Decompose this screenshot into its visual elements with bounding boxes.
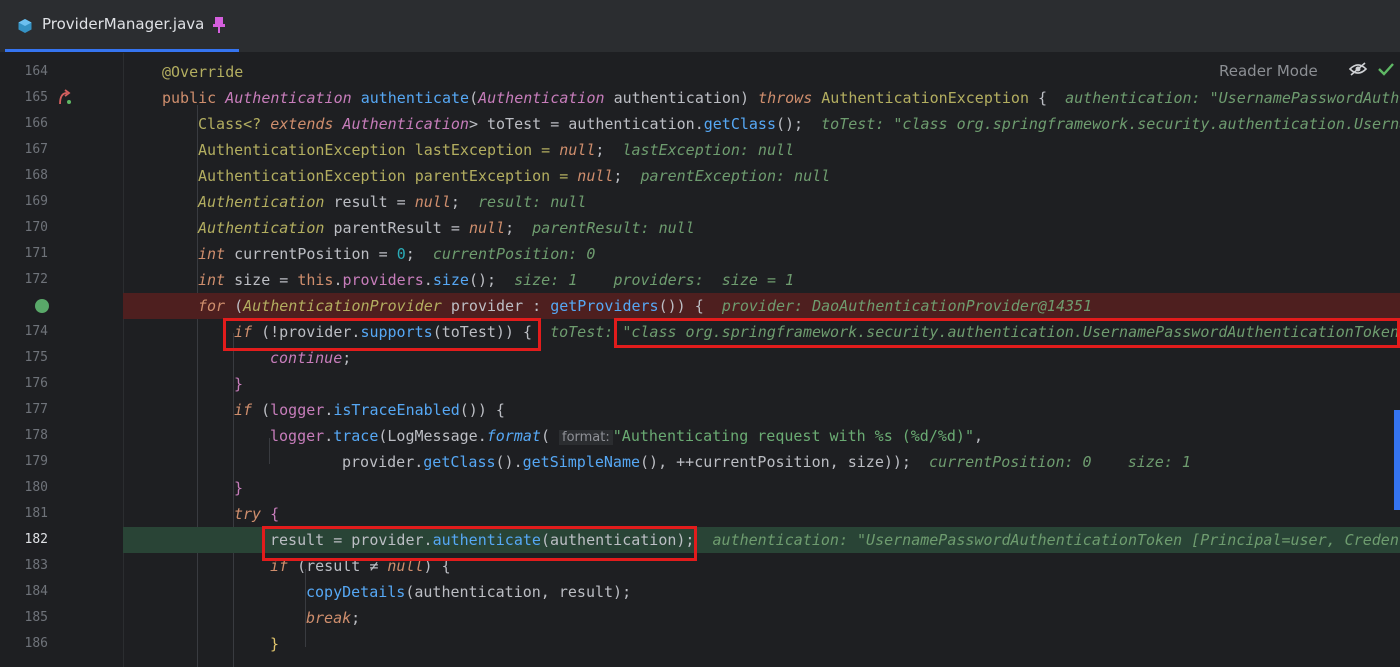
code-line[interactable]: 170 Authentication parentResult = null; … [0, 215, 1400, 241]
line-number: 168 [24, 168, 48, 183]
debug-hint: providers: size = 1 [613, 271, 795, 289]
line-number: 184 [24, 584, 48, 599]
line-number: 167 [24, 142, 48, 157]
debug-hint: provider: DaoAuthenticationProvider@1435… [721, 297, 1093, 315]
pin-icon[interactable] [212, 16, 226, 34]
parameter-hint: format: [559, 430, 613, 445]
debug-hint: lastException: null [622, 141, 795, 159]
code-line[interactable]: 183 if (result ≠ null) { [0, 553, 1400, 579]
line-number: 186 [24, 636, 48, 651]
debug-hint: currentPosition: 0 [432, 245, 596, 263]
code-line[interactable]: 172 int size = this.providers.size(); si… [0, 267, 1400, 293]
code-line[interactable]: for (AuthenticationProvider provider : g… [0, 293, 1400, 319]
code-line[interactable]: 171 int currentPosition = 0; currentPosi… [0, 241, 1400, 267]
java-file-icon [18, 19, 32, 33]
code-line[interactable]: 176 } [0, 371, 1400, 397]
tab-provider-manager[interactable]: ProviderManager.java [5, 0, 239, 52]
line-number: 182 [24, 532, 48, 547]
implements-icon[interactable] [57, 89, 73, 107]
code-line[interactable]: 175 continue; [0, 345, 1400, 371]
code-line[interactable]: 182 result = provider.authenticate(authe… [0, 527, 1400, 553]
code-line[interactable]: 177 if (logger.isTraceEnabled()) { [0, 397, 1400, 423]
debug-hint: parentException: null [640, 167, 831, 185]
code-editor[interactable]: Reader Mode 164 @Override 165 public Aut… [0, 53, 1400, 667]
code-line[interactable]: 184 copyDetails(authentication, result); [0, 579, 1400, 605]
code-line[interactable]: 164 @Override [0, 59, 1400, 85]
line-number: 180 [24, 480, 48, 495]
line-number: 170 [24, 220, 48, 235]
code-line[interactable]: 166 Class<? extends Authentication> toTe… [0, 111, 1400, 137]
code-line[interactable]: 178 logger.trace(LogMessage.format( form… [0, 423, 1400, 449]
code-line[interactable]: 185 break; [0, 605, 1400, 631]
line-number: 177 [24, 402, 48, 417]
annotation: @Override [162, 63, 244, 81]
debug-hint-label: toTest: [550, 323, 614, 341]
debug-hint: authentication: "UsernamePasswordAuthe [1065, 89, 1400, 107]
line-number: 171 [24, 246, 48, 261]
debug-hint: size: 1 [514, 271, 578, 289]
breakpoint-icon[interactable] [35, 299, 49, 313]
line-number: 165 [24, 90, 48, 105]
editor-tab-bar: ProviderManager.java [0, 0, 1400, 53]
line-number: 185 [24, 610, 48, 625]
tab-label: ProviderManager.java [42, 15, 205, 33]
line-number: 179 [24, 454, 48, 469]
debug-hint: size: 1 [1127, 453, 1191, 471]
line-number: 178 [24, 428, 48, 443]
debug-hint: parentResult: null [532, 219, 695, 237]
debug-hint: authentication: "UsernamePasswordAuthent… [712, 531, 1400, 549]
debug-hint: currentPosition: 0 [929, 453, 1092, 471]
code-line[interactable]: 168 AuthenticationException parentExcept… [0, 163, 1400, 189]
debug-hint: "class org.springframework.security.auth… [622, 323, 1399, 341]
line-number: 176 [24, 376, 48, 391]
line-number: 174 [24, 324, 48, 339]
line-number: 164 [24, 64, 48, 79]
code-line[interactable]: 167 AuthenticationException lastExceptio… [0, 137, 1400, 163]
code-line[interactable]: 180 } [0, 475, 1400, 501]
debug-hint: result: null [477, 193, 587, 211]
code-line[interactable]: 174 if (!provider.supports(toTest)) { to… [0, 319, 1400, 345]
code-line[interactable]: 169 Authentication result = null; result… [0, 189, 1400, 215]
code-line[interactable]: 165 public Authentication authenticate(A… [0, 85, 1400, 111]
code-line[interactable]: 179 provider.getClass().getSimpleName(),… [0, 449, 1400, 475]
debug-hint: toTest: "class org.springframework.secur… [821, 115, 1400, 133]
code-line[interactable]: 181 try { [0, 501, 1400, 527]
line-number: 181 [24, 506, 48, 521]
scrollbar-marker[interactable] [1394, 410, 1400, 510]
line-number: 172 [24, 272, 48, 287]
line-number: 166 [24, 116, 48, 131]
code-line[interactable]: 186 } [0, 631, 1400, 657]
line-number: 175 [24, 350, 48, 365]
line-number: 183 [24, 558, 48, 573]
line-number: 169 [24, 194, 48, 209]
